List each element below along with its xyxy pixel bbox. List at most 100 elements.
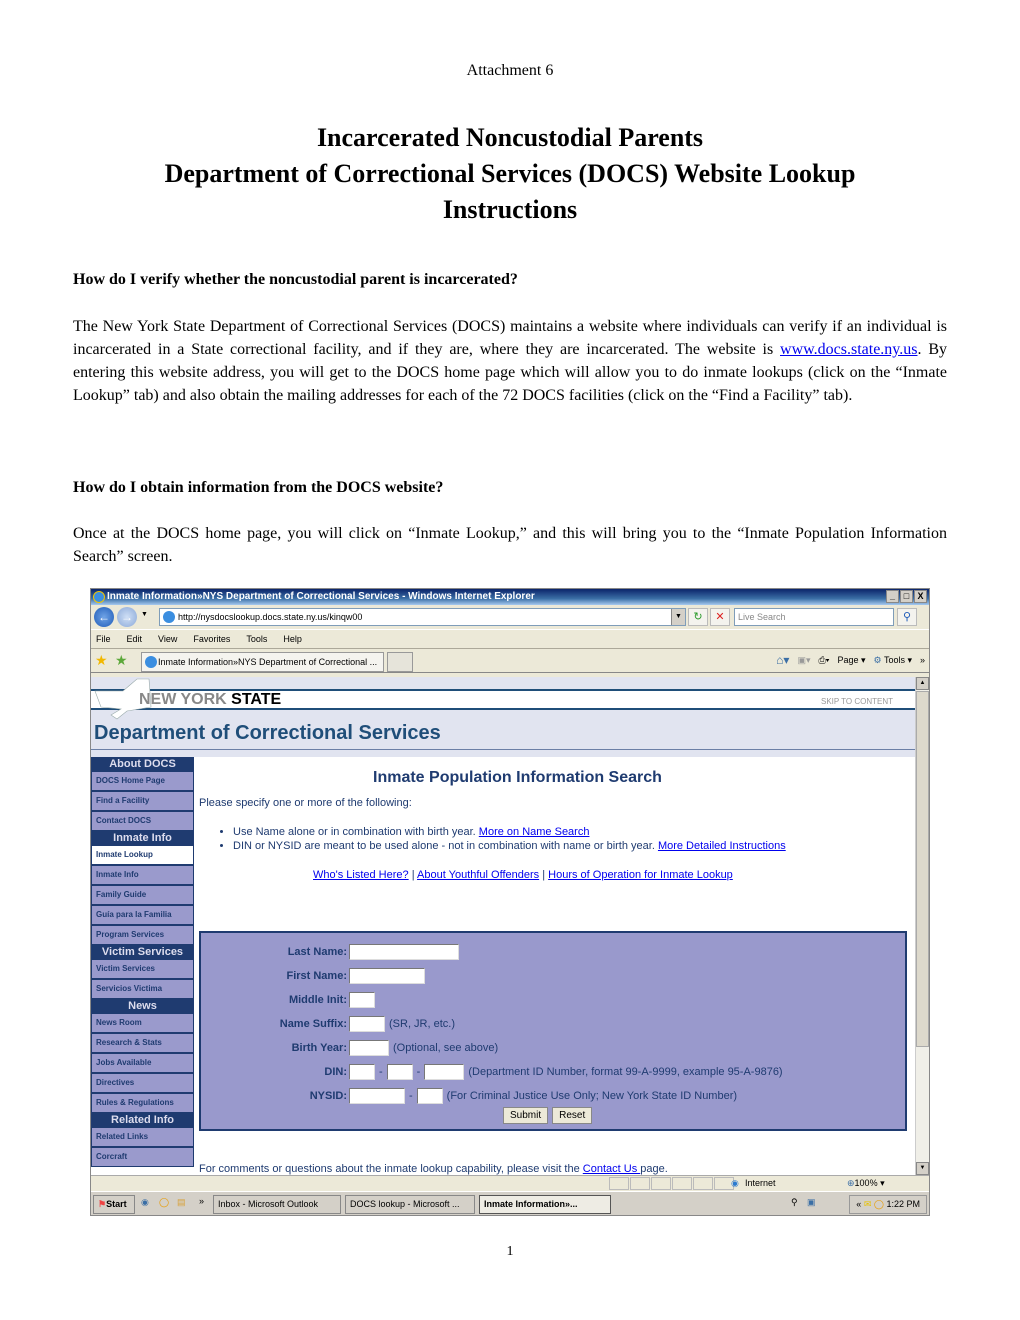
forward-button[interactable]: → bbox=[117, 607, 137, 627]
youthful-offenders-link[interactable]: About Youthful Offenders bbox=[417, 869, 539, 881]
middle-init-input[interactable] bbox=[349, 992, 375, 1008]
address-bar: ← → ▼ http://nysdocslookup.docs.state.ny… bbox=[91, 605, 929, 629]
page-menu-button[interactable]: Page ▾ bbox=[837, 655, 865, 666]
sidebar-item[interactable]: DOCS Home Page bbox=[91, 771, 194, 791]
sidebar-item[interactable]: Find a Facility bbox=[91, 791, 194, 811]
menu-file[interactable]: File bbox=[96, 630, 111, 648]
hours-of-operation-link[interactable]: Hours of Operation for Inmate Lookup bbox=[548, 869, 733, 881]
new-tab-button[interactable] bbox=[387, 652, 413, 672]
taskbar-item-docs-lookup[interactable]: DOCS lookup - Microsoft ... bbox=[345, 1195, 475, 1214]
vertical-scrollbar[interactable]: ▲ ▼ bbox=[915, 677, 929, 1175]
sidebar-section-heading: Victim Services bbox=[91, 945, 194, 959]
scroll-up-icon[interactable]: ▲ bbox=[916, 677, 929, 690]
sidebar-item[interactable]: Family Guide bbox=[91, 885, 194, 905]
tab-inmate-information[interactable]: Inmate Information»NYS Department of Cor… bbox=[141, 652, 384, 672]
din-part-3-input[interactable] bbox=[424, 1064, 465, 1080]
favorites-star-icon[interactable]: ★ bbox=[95, 652, 108, 669]
sidebar-item[interactable]: Contact DOCS bbox=[91, 811, 194, 831]
search-form: Last Name: First Name: Middle Init: Name… bbox=[199, 931, 907, 1131]
sidebar-item[interactable]: Inmate Info bbox=[91, 865, 194, 885]
name-suffix-input[interactable] bbox=[349, 1016, 385, 1032]
sidebar-item[interactable]: Servicios Victima bbox=[91, 979, 194, 999]
reset-button[interactable]: Reset bbox=[552, 1107, 593, 1124]
taskbar-item-inmate-information[interactable]: Inmate Information»... bbox=[479, 1195, 611, 1214]
din-part-2-input[interactable] bbox=[386, 1064, 413, 1080]
taskbar-item-outlook[interactable]: Inbox - Microsoft Outlook bbox=[213, 1195, 341, 1214]
menu-favorites[interactable]: Favorites bbox=[193, 630, 230, 648]
maximize-button[interactable]: □ bbox=[900, 590, 913, 603]
sidebar-item[interactable]: Guía para la Familia bbox=[91, 905, 194, 925]
nysid-hint: (For Criminal Justice Use Only; New York… bbox=[446, 1090, 738, 1102]
scroll-thumb[interactable] bbox=[916, 691, 929, 1047]
start-button[interactable]: ⚑Start bbox=[93, 1195, 135, 1214]
din-part-1-input[interactable] bbox=[349, 1064, 375, 1080]
contact-us-link[interactable]: Contact Us bbox=[583, 1163, 640, 1175]
list-item: Use Name alone or in combination with bi… bbox=[233, 825, 786, 839]
sidebar-item[interactable]: Rules & Regulations bbox=[91, 1093, 194, 1113]
zoom-level[interactable]: ⊕100% ▾ bbox=[847, 1177, 885, 1190]
home-icon[interactable]: ⌂▾ bbox=[776, 653, 789, 667]
url-input[interactable]: http://nysdocslookup.docs.state.ny.us/ki… bbox=[159, 608, 686, 626]
sidebar-item[interactable]: Jobs Available bbox=[91, 1053, 194, 1073]
page-icon bbox=[163, 611, 175, 623]
first-name-label: First Name: bbox=[286, 970, 347, 982]
sidebar-item[interactable]: Inmate Lookup bbox=[91, 845, 194, 865]
minimize-button[interactable]: _ bbox=[886, 590, 899, 603]
name-suffix-label: Name Suffix: bbox=[279, 1018, 347, 1030]
sidebar-nav: About DOCS DOCS Home Page Find a Facility C… bbox=[91, 757, 194, 1167]
more-detailed-instructions-link[interactable]: More Detailed Instructions bbox=[658, 840, 786, 852]
nysid-part-2-input[interactable] bbox=[416, 1088, 443, 1104]
add-favorite-icon[interactable]: ★ bbox=[115, 652, 128, 669]
nysid-part-1-input[interactable] bbox=[349, 1088, 405, 1104]
more-on-name-search-link[interactable]: More on Name Search bbox=[479, 826, 590, 838]
whos-listed-link[interactable]: Who's Listed Here? bbox=[313, 869, 409, 881]
tab-bar: ★ ★ Inmate Information»NYS Department of… bbox=[91, 649, 929, 673]
sidebar-item[interactable]: News Room bbox=[91, 1013, 194, 1033]
scroll-down-icon[interactable]: ▼ bbox=[916, 1162, 929, 1175]
windows-logo-icon: ⚑ bbox=[98, 1199, 107, 1209]
print-icon[interactable]: ⎙▾ bbox=[818, 655, 829, 666]
tools-menu-button[interactable]: ⚙ Tools ▾ bbox=[874, 655, 912, 666]
sidebar-item[interactable]: Related Links bbox=[91, 1127, 194, 1147]
sidebar-section-heading: News bbox=[91, 999, 194, 1013]
sidebar-item[interactable]: Program Services bbox=[91, 925, 194, 945]
search-icon[interactable]: ⚲ bbox=[897, 608, 917, 626]
sidebar-item[interactable]: Directives bbox=[91, 1073, 194, 1093]
network-icon[interactable]: ⚲ bbox=[791, 1197, 798, 1208]
sidebar-section-heading: Related Info bbox=[91, 1113, 194, 1127]
window-titlebar: Inmate Information»NYS Department of Cor… bbox=[91, 589, 929, 605]
menu-view[interactable]: View bbox=[158, 630, 177, 648]
folder-quicklaunch-icon[interactable]: ▤ bbox=[177, 1197, 186, 1208]
close-button[interactable]: X bbox=[914, 590, 927, 603]
sidebar-item[interactable]: Victim Services bbox=[91, 959, 194, 979]
more-quicklaunch-icon[interactable]: » bbox=[199, 1196, 204, 1206]
chevron-more-icon[interactable]: » bbox=[920, 655, 925, 665]
refresh-button[interactable]: ↻ bbox=[688, 608, 708, 626]
sidebar-item[interactable]: Corcraft bbox=[91, 1147, 194, 1167]
submit-button[interactable]: Submit bbox=[503, 1107, 549, 1124]
ie-quicklaunch-icon[interactable]: ◉ bbox=[141, 1197, 149, 1208]
back-button[interactable]: ← bbox=[94, 607, 114, 627]
page-icon bbox=[145, 656, 157, 668]
url-dropdown-icon[interactable]: ▼ bbox=[671, 609, 685, 625]
menu-tools[interactable]: Tools bbox=[246, 630, 267, 648]
skip-to-content-link[interactable]: SKIP TO CONTENT bbox=[821, 697, 893, 706]
live-search-input[interactable]: Live Search bbox=[734, 608, 894, 626]
feeds-icon[interactable]: ▣▾ bbox=[797, 655, 810, 666]
title-line-2: Department of Correctional Services (DOC… bbox=[164, 159, 856, 188]
sidebar-item[interactable]: Research & Stats bbox=[91, 1033, 194, 1053]
tray-app-icon[interactable]: ▣ bbox=[807, 1197, 816, 1208]
sidebar-section-heading: About DOCS bbox=[91, 757, 194, 771]
history-dropdown-icon[interactable]: ▼ bbox=[141, 611, 148, 618]
docs-website-link[interactable]: www.docs.state.ny.us bbox=[780, 341, 917, 358]
outlook-quicklaunch-icon[interactable]: ◯ bbox=[159, 1197, 169, 1208]
birth-year-label: Birth Year: bbox=[291, 1042, 347, 1054]
stop-button[interactable]: ✕ bbox=[710, 608, 730, 626]
birth-year-input[interactable] bbox=[349, 1040, 389, 1056]
menu-help[interactable]: Help bbox=[283, 630, 302, 648]
last-name-input[interactable] bbox=[349, 944, 459, 960]
first-name-input[interactable] bbox=[349, 968, 425, 984]
nys-logo-text: NEW YORK STATE bbox=[139, 691, 282, 708]
page-number: 1 bbox=[506, 1244, 514, 1259]
menu-edit[interactable]: Edit bbox=[127, 630, 143, 648]
